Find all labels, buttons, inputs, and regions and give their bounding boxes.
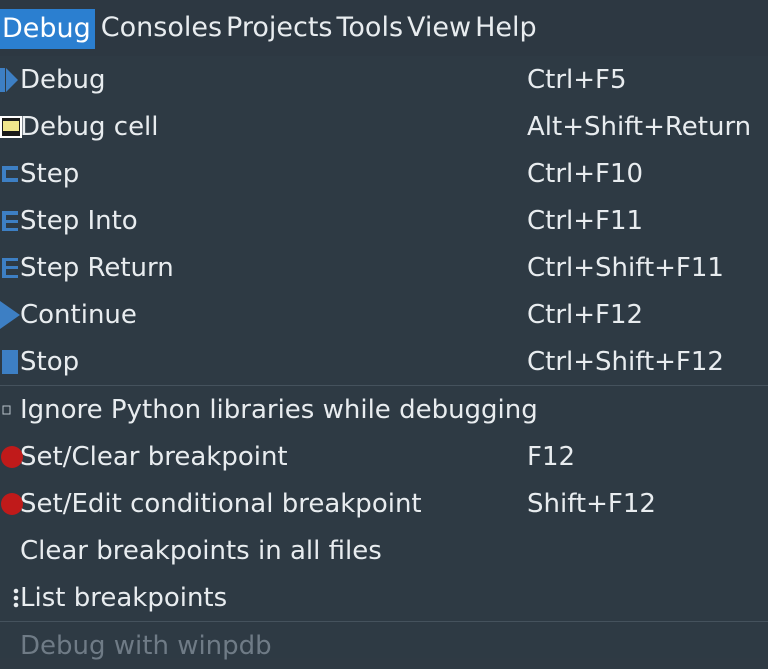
step-return-icon (2, 257, 18, 278)
menu-item-debug-with-winpdb: Debug with winpdb (0, 622, 768, 669)
menu-item-debug-cell[interactable]: Debug cell Alt+Shift+Return (0, 103, 768, 150)
list-icon (13, 588, 19, 607)
menu-debug[interactable]: Debug (0, 9, 95, 49)
menu-item-label: Set/Clear breakpoint (20, 441, 288, 472)
menu-tools[interactable]: Tools (337, 0, 408, 56)
menu-item-shortcut: Ctrl+F5 (527, 64, 627, 95)
menu-item-ignore-python-libraries[interactable]: Ignore Python libraries while debugging (0, 386, 768, 433)
menu-item-label: Stop (20, 346, 80, 377)
menu-item-continue[interactable]: Continue Ctrl+F12 (0, 291, 768, 338)
menu-item-set-edit-conditional-breakpoint[interactable]: Set/Edit conditional breakpoint Shift+F1… (0, 480, 768, 527)
menu-view[interactable]: View (407, 0, 475, 56)
continue-icon (0, 300, 20, 329)
menu-item-shortcut: Ctrl+Shift+F12 (527, 346, 724, 377)
menu-bar: Debug Consoles Projects Tools View Help (0, 0, 768, 56)
menu-projects[interactable]: Projects (226, 0, 336, 56)
debug-cell-icon (0, 115, 22, 138)
menu-item-stop[interactable]: Stop Ctrl+Shift+F12 (0, 338, 768, 385)
menu-item-shortcut: Ctrl+Shift+F11 (527, 252, 724, 283)
menu-item-label: Clear breakpoints in all files (20, 535, 382, 566)
menu-item-step-return[interactable]: Step Return Ctrl+Shift+F11 (0, 244, 768, 291)
menu-help[interactable]: Help (475, 0, 541, 56)
menu-item-debug[interactable]: Debug Ctrl+F5 (0, 56, 768, 103)
menu-item-label: List breakpoints (20, 582, 228, 613)
menu-item-label: Set/Edit conditional breakpoint (20, 488, 422, 519)
menu-item-label: Ignore Python libraries while debugging (20, 394, 538, 425)
stop-icon (2, 349, 18, 374)
menu-item-shortcut: Ctrl+F12 (527, 299, 644, 330)
menu-item-shortcut: Ctrl+F11 (527, 205, 644, 236)
menu-item-label: Step Return (20, 252, 174, 283)
checkbox-icon (2, 405, 11, 414)
menu-consoles[interactable]: Consoles (101, 0, 226, 56)
menu-item-label: Step (20, 158, 80, 189)
menu-item-shortcut: Alt+Shift+Return (527, 111, 752, 142)
debug-dropdown-menu: Debug Ctrl+F5 Debug cell Alt+Shift+Retur… (0, 56, 768, 661)
menu-item-label: Debug with winpdb (20, 630, 272, 661)
menu-item-shortcut: Ctrl+F10 (527, 158, 644, 189)
menu-item-label: Debug (20, 64, 106, 95)
menu-item-shortcut: Shift+F12 (527, 488, 656, 519)
menu-item-set-clear-breakpoint[interactable]: Set/Clear breakpoint F12 (0, 433, 768, 480)
menu-item-step[interactable]: Step Ctrl+F10 (0, 150, 768, 197)
debug-play-icon (0, 67, 18, 92)
menu-item-step-into[interactable]: Step Into Ctrl+F11 (0, 197, 768, 244)
menu-item-shortcut: F12 (527, 441, 576, 472)
menu-item-list-breakpoints[interactable]: List breakpoints (0, 574, 768, 621)
menu-item-clear-breakpoints-all-files[interactable]: Clear breakpoints in all files (0, 527, 768, 574)
menu-item-label: Continue (20, 299, 137, 330)
step-into-icon (2, 210, 18, 231)
menu-item-label: Step Into (20, 205, 138, 236)
menu-item-label: Debug cell (20, 111, 159, 142)
step-icon (2, 165, 18, 182)
